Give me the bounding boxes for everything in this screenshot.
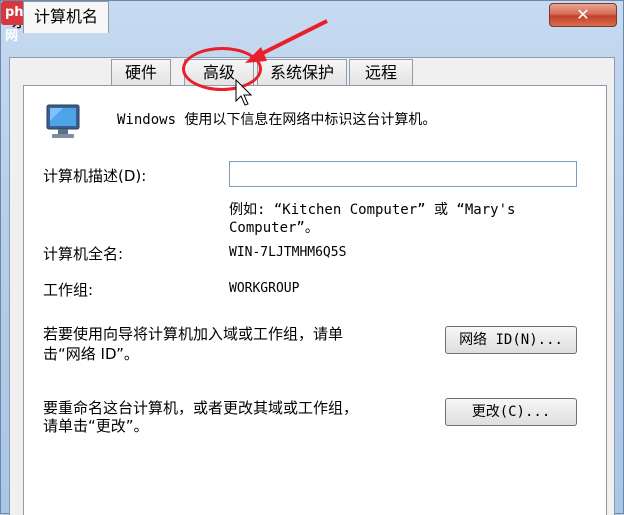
- wizard-text-line1: 若要使用向导将计算机加入域或工作组，请单: [43, 325, 344, 343]
- fullname-label: 计算机全名:: [43, 245, 124, 263]
- computer-description-input[interactable]: [229, 161, 577, 187]
- workgroup-label: 工作组:: [43, 281, 94, 299]
- example-text-line1: 例如: “Kitchen Computer” 或 “Mary's: [229, 202, 516, 218]
- close-button[interactable]: ✕: [549, 3, 617, 27]
- red-arrow-annotation-icon: [245, 19, 328, 63]
- wizard-text-line2: 击“网络 ID”。: [43, 345, 139, 363]
- tab-hardware[interactable]: 硬件: [111, 59, 171, 86]
- tab-remote[interactable]: 远程: [349, 59, 413, 86]
- fullname-value: WIN-7LJTMHM6Q5S: [229, 245, 347, 260]
- description-label: 计算机描述(D):: [43, 167, 147, 185]
- mouse-cursor-icon: [235, 79, 253, 106]
- intro-text: Windows 使用以下信息在网络中标识这台计算机。: [117, 112, 437, 128]
- network-id-button[interactable]: 网络 ID(N)...: [445, 326, 577, 354]
- rename-text-line2: 请单击“更改”。: [43, 417, 149, 435]
- workgroup-value: WORKGROUP: [229, 281, 300, 296]
- computer-monitor-icon: [46, 104, 80, 138]
- system-properties-window: 系统属性 php中文网 ✕ 计算机名 硬件 高级 系统保护 远程 Windows…: [0, 0, 624, 515]
- tab-computer-name[interactable]: 计算机名: [23, 1, 109, 33]
- example-text-line2: Computer”。: [229, 220, 319, 236]
- computer-name-panel: [23, 85, 607, 515]
- change-button[interactable]: 更改(C)...: [445, 398, 577, 426]
